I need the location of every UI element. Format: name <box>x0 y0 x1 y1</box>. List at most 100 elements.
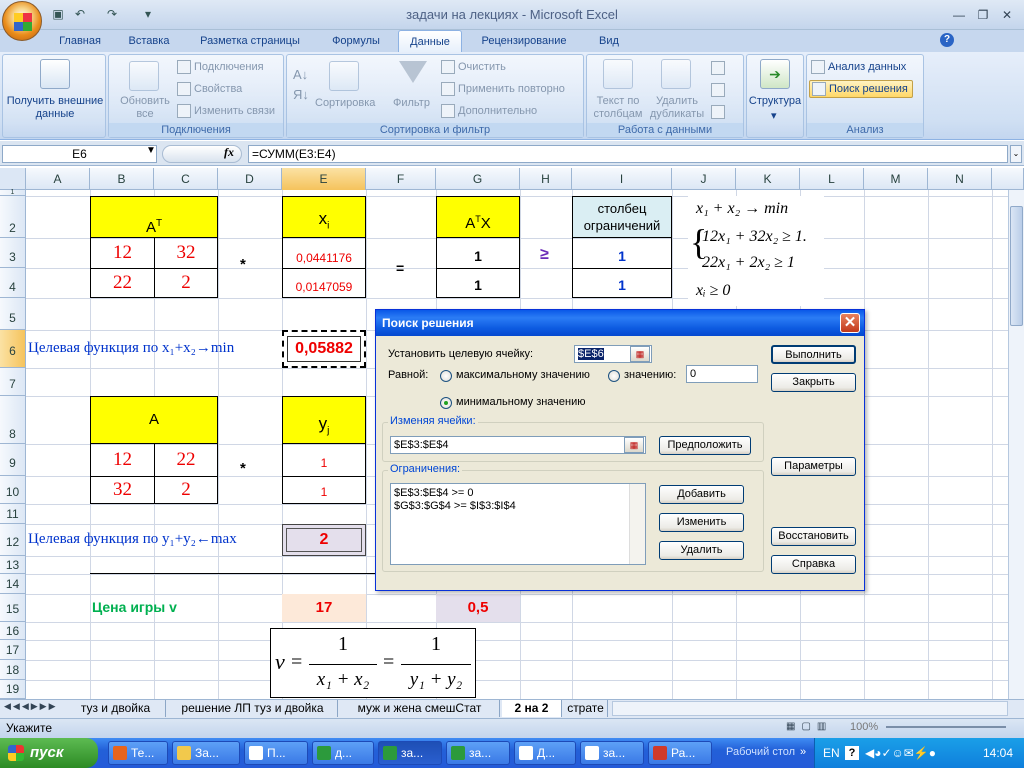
qat-menu-icon[interactable]: ▾ <box>140 6 156 22</box>
expand-formula-icon[interactable]: ⌄ <box>1010 145 1022 163</box>
row-header-16[interactable]: 16 <box>0 622 26 640</box>
yj-value[interactable]: 1 <box>282 443 366 477</box>
name-box-dropdown-icon[interactable]: ▼ <box>146 145 156 156</box>
col-header-g[interactable]: G <box>436 168 520 190</box>
what-if-icon[interactable] <box>711 105 725 119</box>
taskbar-item[interactable]: П... <box>244 741 308 765</box>
row-header-9[interactable]: 9 <box>0 444 26 476</box>
constraint-header[interactable]: столбец ограничений <box>572 196 672 238</box>
col-header-c[interactable]: C <box>154 168 218 190</box>
name-box[interactable]: E6 <box>2 145 157 163</box>
data-validation-icon[interactable] <box>711 61 725 75</box>
restore-icon[interactable]: ❐ <box>972 6 994 24</box>
save-icon[interactable]: ▣ <box>50 6 66 22</box>
sheet-tab[interactable]: страте <box>564 700 608 717</box>
properties-button[interactable]: Свойства <box>177 82 242 96</box>
execute-button[interactable]: Выполнить <box>771 345 856 364</box>
tab-formulas[interactable]: Формулы <box>320 30 392 52</box>
constraint-value[interactable]: 1 <box>572 268 672 298</box>
options-button[interactable]: Параметры <box>771 457 856 476</box>
row-header-4[interactable]: 4 <box>0 268 26 298</box>
constraint-item[interactable]: $E$3:$E$4 >= 0 <box>394 487 474 499</box>
row-header-2[interactable]: 2 <box>0 196 26 238</box>
selected-cell-e6[interactable]: 0,05882 <box>282 330 366 368</box>
changing-ref-icon[interactable]: ▦ <box>624 437 644 453</box>
edit-links-button[interactable]: Изменить связи <box>177 104 275 118</box>
col-header-n[interactable]: N <box>928 168 992 190</box>
matrix-at-header[interactable]: AT <box>90 196 218 238</box>
col-header-f[interactable]: F <box>366 168 436 190</box>
tab-review[interactable]: Рецензирование <box>468 30 580 52</box>
row-header-12[interactable]: 12 <box>0 524 26 556</box>
max-radio[interactable] <box>440 370 452 382</box>
select-all-button[interactable] <box>0 168 26 190</box>
row-header-11[interactable]: 11 <box>0 504 26 524</box>
help-icon[interactable]: ? <box>940 33 954 47</box>
taskbar-item[interactable]: д... <box>312 741 374 765</box>
tab-insert[interactable]: Вставка <box>118 30 180 52</box>
sort-az-icon[interactable]: A↓ <box>293 67 308 82</box>
change-button[interactable]: Изменить <box>659 513 744 532</box>
xi-value[interactable]: 0,0147059 <box>282 268 366 298</box>
remove-duplicates-button[interactable]: Удалить дубликаты <box>647 95 707 121</box>
toolbar-chevron-icon[interactable]: » <box>800 746 806 758</box>
language-indicator[interactable]: EN <box>823 746 840 760</box>
row-header-18[interactable]: 18 <box>0 660 26 680</box>
taskbar-item[interactable]: за... <box>446 741 510 765</box>
matrix2-cell[interactable]: 32 <box>90 476 155 504</box>
taskbar-item[interactable]: Те... <box>108 741 168 765</box>
goal2-label[interactable]: Целевая функция по y₁+y₂←max <box>28 531 237 548</box>
atx-header[interactable]: ATX <box>436 196 520 238</box>
row-header-13[interactable]: 13 <box>0 556 26 574</box>
target-ref-icon[interactable]: ▦ <box>630 346 650 362</box>
desktop-toolbar[interactable]: Рабочий стол <box>726 746 795 758</box>
col-header-j[interactable]: J <box>672 168 736 190</box>
add-button[interactable]: Добавить <box>659 485 744 504</box>
min-label[interactable]: минимальному значению <box>456 396 586 408</box>
constraint-item[interactable]: $G$3:$G$4 >= $I$3:$I$4 <box>394 500 516 512</box>
taskbar-item-active[interactable]: за... <box>378 741 442 765</box>
max-label[interactable]: максимальному значению <box>456 369 590 381</box>
close-window-icon[interactable]: ✕ <box>996 6 1018 24</box>
consolidate-icon[interactable] <box>711 83 725 97</box>
tab-view[interactable]: Вид <box>586 30 632 52</box>
connections-button[interactable]: Подключения <box>177 60 264 74</box>
price-value-2[interactable]: 0,5 <box>436 594 520 622</box>
col-header-m[interactable]: M <box>864 168 928 190</box>
value-radio[interactable] <box>608 370 620 382</box>
matrix2-cell[interactable]: 22 <box>154 443 218 477</box>
sort-za-icon[interactable]: Я↓ <box>293 87 309 102</box>
constraint-value[interactable]: 1 <box>572 237 672 269</box>
matrix1-cell[interactable]: 12 <box>90 237 155 269</box>
zoom-slider[interactable] <box>886 726 1006 728</box>
value-label[interactable]: значению: <box>624 369 676 381</box>
refresh-all-button[interactable]: Обновить все <box>113 95 177 121</box>
get-external-data-button[interactable]: Получить внешние данные <box>5 95 105 121</box>
atx-value[interactable]: 1 <box>436 237 520 269</box>
col-header-l[interactable]: L <box>800 168 864 190</box>
row-header-8[interactable]: 8 <box>0 396 26 444</box>
tab-page-layout[interactable]: Разметка страницы <box>186 30 314 52</box>
row-header-19[interactable]: 19 <box>0 680 26 699</box>
col-header-i[interactable]: I <box>572 168 672 190</box>
undo-icon[interactable]: ↶ <box>72 6 88 22</box>
matrix1-cell[interactable]: 22 <box>90 268 155 298</box>
matrix-a-header[interactable]: A <box>90 396 218 444</box>
start-button[interactable]: пуск <box>0 738 98 768</box>
formula-input[interactable]: =СУММ(E3:E4) <box>248 145 1008 163</box>
col-header-b[interactable]: B <box>90 168 154 190</box>
taskbar-item[interactable]: за... <box>580 741 644 765</box>
dialog-close-icon[interactable]: ✕ <box>840 313 860 333</box>
delete-button[interactable]: Удалить <box>659 541 744 560</box>
horizontal-scrollbar[interactable] <box>612 701 1008 716</box>
taskbar-item[interactable]: За... <box>172 741 240 765</box>
matrix1-cell[interactable]: 32 <box>154 237 218 269</box>
row-header-6[interactable]: 6 <box>0 330 26 368</box>
solver-button[interactable]: Поиск решения <box>809 80 913 98</box>
goal2-cell[interactable]: 2 <box>282 524 366 556</box>
col-header-d[interactable]: D <box>218 168 282 190</box>
goal1-label[interactable]: Целевая функция по x₁+x₂→min <box>28 340 234 357</box>
matrix2-cell[interactable]: 2 <box>154 476 218 504</box>
office-button[interactable] <box>2 1 42 41</box>
text-to-columns-button[interactable]: Текст по столбцам <box>589 95 647 121</box>
